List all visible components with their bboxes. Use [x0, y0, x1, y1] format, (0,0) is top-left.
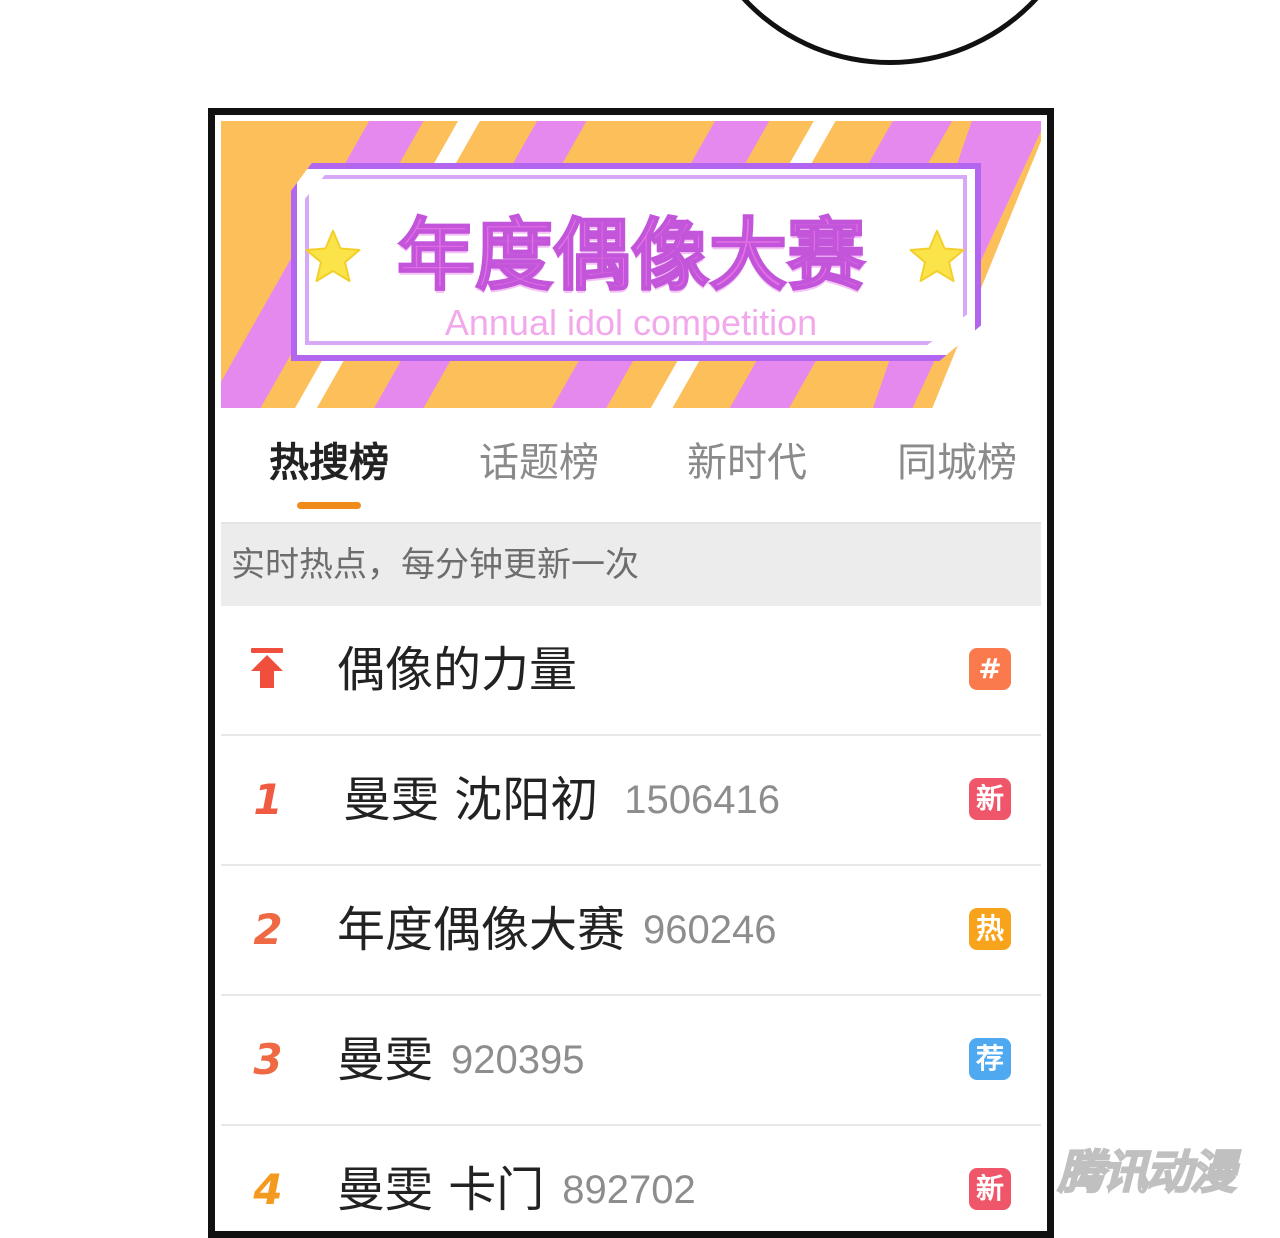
hot-badge: 热 — [969, 908, 1011, 950]
banner-subtitle: Annual idol competition — [444, 302, 818, 343]
tab-bar: 热搜榜 话题榜 新时代 同城榜 — [221, 408, 1041, 524]
row-title-text: 年度偶像大赛 — [337, 902, 626, 958]
list-item[interactable]: 1 曼雯 沈阳初 1506416 新 — [221, 736, 1041, 866]
watermark-logo: 腾讯动漫 — [1057, 1144, 1237, 1200]
new-badge: 新 — [969, 1168, 1011, 1210]
row-title: 曼雯 沈阳初 1506416 — [343, 770, 780, 830]
tab-local[interactable]: 同城榜 — [867, 438, 1041, 488]
list-item[interactable]: 4 曼雯 卡门 892702 新 — [221, 1126, 1041, 1231]
row-title-text: 曼雯 沈阳初 — [343, 772, 599, 828]
row-title: 曼雯 卡门 892702 — [337, 1160, 696, 1220]
tab-topics[interactable]: 话题榜 — [449, 438, 629, 488]
rank-number: 1 — [253, 775, 283, 824]
search-count: 960246 — [643, 908, 777, 952]
rank-number: 4 — [253, 1165, 283, 1214]
list-item[interactable]: 2 年度偶像大赛 960246 热 — [221, 866, 1041, 996]
row-title: 年度偶像大赛 960246 — [337, 900, 777, 960]
search-count: 892702 — [562, 1168, 696, 1212]
info-text: 实时热点，每分钟更新一次 — [231, 545, 639, 585]
list-item[interactable]: 3 曼雯 920395 荐 — [221, 996, 1041, 1126]
new-badge: 新 — [969, 778, 1011, 820]
banner: 年度偶像大赛 Annual idol competition — [221, 121, 1041, 408]
row-title: 偶像的力量 — [337, 640, 577, 700]
row-title-text: 曼雯 — [337, 1032, 434, 1088]
row-title: 曼雯 920395 — [337, 1030, 585, 1090]
row-title-text: 曼雯 卡门 — [337, 1162, 545, 1218]
star-icon — [909, 229, 965, 283]
topic-badge: # — [969, 648, 1011, 690]
row-title-text: 偶像的力量 — [337, 642, 578, 698]
tab-new-era[interactable]: 新时代 — [657, 438, 837, 488]
search-count: 1506416 — [624, 778, 780, 822]
list-item[interactable]: 偶像的力量 # — [221, 606, 1041, 736]
pin-top-icon — [251, 648, 283, 688]
recommend-badge: 荐 — [969, 1038, 1011, 1080]
search-count: 920395 — [451, 1038, 585, 1082]
speech-bubble — [690, 0, 1090, 65]
tab-hot-search[interactable]: 热搜榜 — [239, 438, 419, 488]
rank-number: 2 — [253, 905, 283, 954]
phone-frame: 年度偶像大赛 Annual idol competition 热搜榜 话题榜 新… — [208, 108, 1054, 1238]
rank-number: 3 — [253, 1035, 283, 1084]
active-tab-indicator — [297, 502, 361, 509]
phone-screen: 年度偶像大赛 Annual idol competition 热搜榜 话题榜 新… — [221, 121, 1041, 1231]
info-bar: 实时热点，每分钟更新一次 — [221, 524, 1041, 606]
